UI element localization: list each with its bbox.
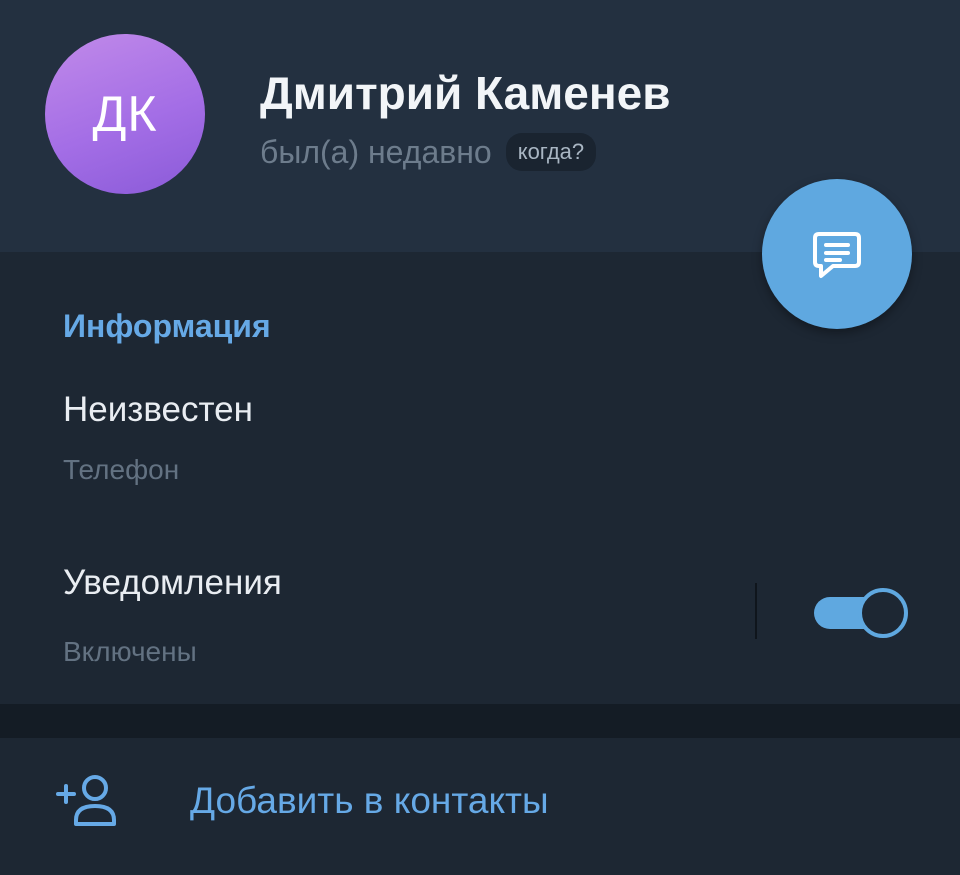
phone-value[interactable]: Неизвестен (63, 390, 253, 430)
avatar-initials: ДК (92, 86, 158, 142)
notifications-toggle[interactable] (812, 587, 908, 639)
phone-label: Телефон (63, 454, 180, 485)
toggle-divider (755, 583, 757, 639)
message-icon (813, 232, 861, 278)
notifications-title[interactable]: Уведомления (63, 563, 282, 603)
when-button[interactable]: когда? (505, 133, 597, 171)
status-text: был(а) недавно (260, 133, 492, 170)
add-contact-icon (56, 775, 116, 826)
section-separator (0, 704, 960, 738)
send-message-button[interactable] (762, 179, 912, 329)
add-to-contacts-label[interactable]: Добавить в контакты (190, 780, 549, 822)
info-section-title: Информация (63, 308, 271, 344)
last-seen-status: был(а) недавно когда? (260, 132, 597, 172)
profile-name: Дмитрий Каменев (260, 67, 671, 119)
toggle-knob (858, 588, 908, 638)
avatar[interactable]: ДК (45, 34, 205, 194)
notifications-state: Включены (63, 636, 197, 667)
